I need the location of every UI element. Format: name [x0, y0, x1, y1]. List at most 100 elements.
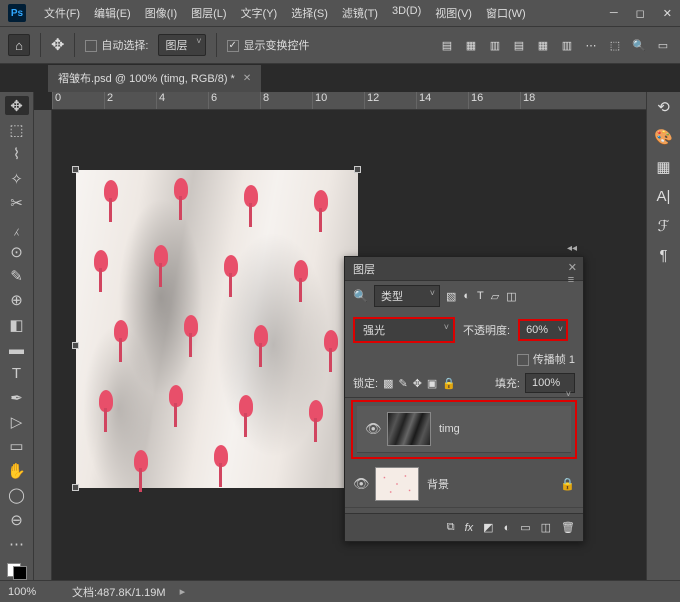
styles-panel-icon[interactable]: ¶ [659, 247, 667, 264]
hand-tool[interactable]: ✋ [5, 461, 29, 480]
character-panel-icon[interactable]: A| [657, 188, 671, 205]
brush-tool[interactable]: ✎ [5, 266, 29, 285]
layer-name[interactable]: timg [439, 423, 460, 435]
layer-row[interactable]: 👁 timg [357, 406, 571, 453]
layer-mask-icon[interactable]: ◩ [483, 521, 493, 534]
eraser-tool[interactable]: ◧ [5, 315, 29, 334]
blend-mode-dropdown[interactable]: 强光 [353, 317, 455, 343]
layer-thumbnail[interactable] [387, 412, 431, 446]
lock-pixels-icon[interactable]: ▩ [383, 377, 393, 390]
zoom-level[interactable]: 100% [8, 586, 58, 598]
wand-tool[interactable]: ✧ [5, 169, 29, 188]
color-swatch[interactable] [7, 563, 27, 581]
layer-thumbnail[interactable] [375, 467, 419, 501]
3d-mode-icon[interactable]: ⬚ [606, 36, 624, 54]
doc-info[interactable]: 文档:487.8K/1.19M [72, 584, 166, 600]
filter-type-icon[interactable]: T [477, 290, 484, 303]
filter-shape-icon[interactable]: ▱ [491, 290, 499, 303]
adjustment-layer-icon[interactable]: ◐ [504, 522, 511, 534]
fill-dropdown[interactable]: 100% [525, 373, 575, 393]
minimize-icon[interactable]: ─ [610, 7, 618, 20]
panel-collapse-icon[interactable]: ◂◂ [567, 243, 577, 254]
autoselect-checkbox[interactable]: 自动选择: [85, 37, 148, 53]
propagate-checkbox[interactable]: 传播帧 1 [517, 351, 575, 367]
show-transform-checkbox[interactable]: 显示变换控件 [227, 37, 309, 53]
type-tool[interactable]: T [5, 364, 29, 383]
gradient-tool[interactable]: ▬ [5, 339, 29, 358]
layer-filter-dropdown[interactable]: 类型 [374, 285, 440, 307]
paragraph-panel-icon[interactable]: ℱ [658, 217, 670, 235]
canvas[interactable] [76, 170, 358, 488]
lock-artboard-icon[interactable]: ▣ [427, 377, 437, 390]
visibility-icon[interactable]: 👁 [365, 421, 379, 437]
transform-handle[interactable] [72, 484, 79, 491]
document-tab[interactable]: 褶皱布.psd @ 100% (timg, RGB/8) * ✕ [48, 65, 261, 92]
eyedropper-tool[interactable]: ⁁ [5, 218, 29, 237]
autoselect-target-dropdown[interactable]: 图层 [158, 34, 206, 56]
lasso-tool[interactable]: ⌇ [5, 145, 29, 164]
menu-view[interactable]: 视图(V) [429, 1, 478, 25]
distribute-icon[interactable]: ⋯ [582, 36, 600, 54]
menu-file[interactable]: 文件(F) [38, 1, 86, 25]
panel-icon[interactable]: ▭ [654, 36, 672, 54]
more-tool[interactable]: ⋯ [5, 534, 29, 553]
lock-label: 锁定: [353, 375, 378, 391]
shape-tool[interactable]: ▭ [5, 437, 29, 456]
status-bar: 100% 文档:487.8K/1.19M ▸ [0, 580, 680, 602]
search-icon[interactable]: 🔍 [630, 36, 648, 54]
pen-tool[interactable]: ✒ [5, 388, 29, 407]
color-panel-icon[interactable]: 🎨 [654, 128, 673, 146]
menu-window[interactable]: 窗口(W) [480, 1, 532, 25]
swatches-panel-icon[interactable]: ▦ [656, 158, 670, 176]
path-tool[interactable]: ▷ [5, 412, 29, 431]
doc-info-chevron-icon[interactable]: ▸ [180, 585, 186, 598]
align-center-icon[interactable]: ▦ [462, 36, 480, 54]
lock-move-icon[interactable]: ✥ [413, 377, 422, 390]
menu-3d[interactable]: 3D(D) [386, 1, 427, 25]
menu-edit[interactable]: 编辑(E) [88, 1, 137, 25]
opacity-dropdown[interactable]: 60% [518, 319, 568, 341]
group-icon[interactable]: ▭ [520, 521, 530, 534]
ellipse-tool[interactable]: ◯ [5, 486, 29, 505]
close-tab-icon[interactable]: ✕ [243, 73, 251, 84]
zoom-tool[interactable]: ⊖ [5, 510, 29, 529]
filter-adjust-icon[interactable]: ◐ [463, 290, 470, 303]
heal-tool[interactable]: ⊙ [5, 242, 29, 261]
move-tool[interactable]: ✥ [5, 96, 29, 115]
align-bottom-icon[interactable]: ▥ [558, 36, 576, 54]
visibility-icon[interactable]: 👁 [353, 476, 367, 492]
stamp-tool[interactable]: ⊕ [5, 291, 29, 310]
transform-handle[interactable] [72, 166, 79, 173]
transform-handle[interactable] [354, 166, 361, 173]
ruler-vertical [34, 110, 52, 580]
menu-filter[interactable]: 滤镜(T) [336, 1, 384, 25]
link-layers-icon[interactable]: ⧉ [447, 521, 455, 534]
align-right-icon[interactable]: ▥ [486, 36, 504, 54]
menu-image[interactable]: 图像(I) [139, 1, 183, 25]
align-top-icon[interactable]: ▤ [510, 36, 528, 54]
align-left-icon[interactable]: ▤ [438, 36, 456, 54]
home-icon[interactable]: ⌂ [8, 34, 30, 56]
close-icon[interactable]: ✕ [663, 7, 672, 20]
align-mid-icon[interactable]: ▦ [534, 36, 552, 54]
transform-handle[interactable] [72, 342, 79, 349]
layers-panel-header[interactable]: ◂◂ 图层 ✕≡ [345, 257, 583, 281]
new-layer-icon[interactable]: ◫ [541, 521, 551, 534]
layer-fx-icon[interactable]: fx [465, 522, 474, 534]
maximize-icon[interactable]: ◻ [636, 7, 645, 20]
menu-select[interactable]: 选择(S) [285, 1, 334, 25]
lock-all-icon[interactable]: 🔒 [442, 377, 456, 390]
menu-layer[interactable]: 图层(L) [185, 1, 232, 25]
history-panel-icon[interactable]: ⟲ [657, 98, 670, 116]
options-bar: ⌂ ✥ 自动选择: 图层 显示变换控件 ▤ ▦ ▥ ▤ ▦ ▥ ⋯ ⬚ 🔍 ▭ [0, 26, 680, 64]
marquee-tool[interactable]: ⬚ [5, 120, 29, 139]
layer-name[interactable]: 背景 [427, 476, 449, 492]
filter-pixel-icon[interactable]: ▧ [446, 290, 456, 303]
filter-smart-icon[interactable]: ◫ [506, 290, 516, 303]
layers-panel-menu-icon[interactable]: ✕≡ [568, 261, 577, 286]
menu-type[interactable]: 文字(Y) [235, 1, 284, 25]
delete-layer-icon[interactable]: 🗑 [561, 521, 575, 534]
layer-row[interactable]: 👁 背景 🔒 [345, 461, 583, 508]
crop-tool[interactable]: ✂ [5, 193, 29, 212]
lock-position-icon[interactable]: ✎ [398, 377, 407, 390]
